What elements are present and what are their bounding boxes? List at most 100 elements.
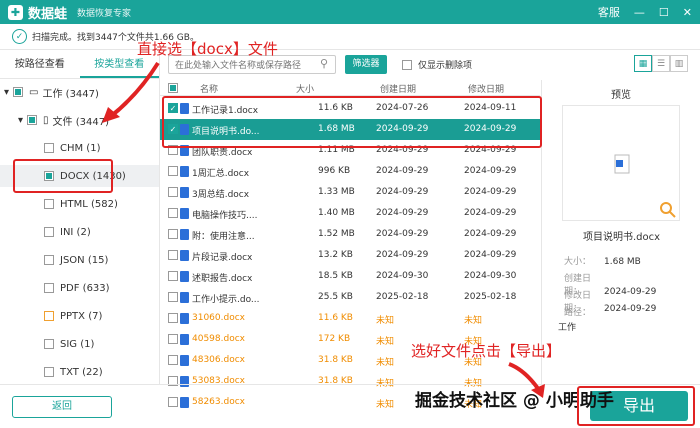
frog-logo-icon: ✚ <box>8 4 23 20</box>
docx-file-icon <box>180 187 189 198</box>
chevron-down-icon[interactable]: ▾ <box>4 87 9 98</box>
table-row[interactable]: 述职报告.docx 18.5 KB 2024-09-30 2024-09-30 <box>160 266 540 287</box>
app-subtitle: 数据恢复专家 <box>77 8 132 19</box>
docx-file-icon <box>614 154 630 174</box>
tree-checkbox[interactable] <box>44 199 54 209</box>
cell-size: 13.2 KB <box>318 250 353 260</box>
cell-modified: 未知 <box>464 316 483 326</box>
tree-item-label: SIG (1) <box>60 338 95 350</box>
only-deleted-toggle[interactable]: 仅显示删除项 <box>402 58 472 71</box>
tree-checkbox[interactable] <box>27 115 38 125</box>
tree-item-label: INI (2) <box>60 226 91 238</box>
tree-item-label: 工作 (3447) <box>42 88 99 100</box>
minimize-icon[interactable]: — <box>634 7 645 18</box>
tree-item[interactable]: JSON (15) <box>44 249 108 271</box>
customer-service-button[interactable]: 客服 <box>598 4 620 20</box>
list-view-icon[interactable]: ☰ <box>652 55 670 72</box>
row-checkbox[interactable] <box>168 250 178 260</box>
table-row[interactable]: 工作小提示.do... 25.5 KB 2025-02-18 2025-02-18 <box>160 287 540 308</box>
tree-item[interactable]: INI (2) <box>44 221 91 243</box>
chevron-down-icon[interactable]: ▾ <box>18 115 23 126</box>
table-row[interactable]: 电脑操作技巧.... 1.40 MB 2024-09-29 2024-09-29 <box>160 203 540 224</box>
tree-item[interactable]: HTML (582) <box>44 193 118 215</box>
cell-modified: 2024-09-29 <box>464 166 517 176</box>
filter-button[interactable]: 筛选器 <box>345 55 387 74</box>
row-checkbox[interactable] <box>168 313 178 323</box>
cell-created: 2024-09-30 <box>376 271 429 281</box>
zoom-icon[interactable] <box>660 202 676 218</box>
row-checkbox[interactable] <box>168 208 178 218</box>
tree-item-label: CHM (1) <box>60 142 101 154</box>
tree-item[interactable]: SIG (1) <box>44 333 94 355</box>
table-row[interactable]: 附：使用注意... 1.52 MB 2024-09-29 2024-09-29 <box>160 224 540 245</box>
detail-view-icon[interactable]: ▥ <box>670 55 688 72</box>
cell-created: 未知 <box>376 358 395 368</box>
tree-item[interactable]: PDF (633) <box>44 277 110 299</box>
preview-filename: 项目说明书.docx <box>582 232 661 243</box>
cell-name: 述职报告.docx <box>192 274 253 284</box>
row-checkbox[interactable] <box>168 271 178 281</box>
column-size[interactable]: 大小 <box>296 82 314 95</box>
cell-name: 40598.docx <box>192 334 245 344</box>
column-name[interactable]: 名称 <box>200 82 218 95</box>
tree-checkbox[interactable] <box>44 255 54 265</box>
modified-value: 2024-09-29 <box>604 304 657 314</box>
table-row[interactable]: 3周总结.docx 1.33 MB 2024-09-29 2024-09-29 <box>160 182 540 203</box>
cell-size: 1.40 MB <box>318 208 355 218</box>
row-checkbox[interactable] <box>168 355 178 365</box>
row-checkbox[interactable] <box>168 229 178 239</box>
table-row[interactable]: 31060.docx 11.6 KB 未知 未知 <box>160 308 540 329</box>
tree-checkbox[interactable] <box>44 367 54 377</box>
cell-size: 18.5 KB <box>318 271 353 281</box>
tree-checkbox[interactable] <box>44 339 54 349</box>
tree-checkbox[interactable] <box>44 227 54 237</box>
cell-size: 996 KB <box>318 166 351 176</box>
tab-by-path[interactable]: 按路径查看 <box>0 51 80 78</box>
row-checkbox[interactable] <box>168 166 178 176</box>
tree-checkbox[interactable] <box>44 283 54 293</box>
preview-size: 大小： 1.68 MB <box>564 254 641 267</box>
only-deleted-checkbox[interactable] <box>402 59 412 70</box>
column-created[interactable]: 创建日期 <box>380 82 416 95</box>
column-modified[interactable]: 修改日期 <box>468 82 504 95</box>
table-row[interactable]: 1周汇总.docx 996 KB 2024-09-29 2024-09-29 <box>160 161 540 182</box>
title-bar: ✚ 数据蛙 数据恢复专家 客服 — ☐ ✕ <box>0 0 700 24</box>
maximize-icon[interactable]: ☐ <box>659 7 669 18</box>
app-logo: ✚ 数据蛙 数据恢复专家 <box>8 3 131 22</box>
table-row[interactable]: 片段记录.docx 13.2 KB 2024-09-29 2024-09-29 <box>160 245 540 266</box>
highlight-docx-category <box>13 159 113 193</box>
cell-created: 2024-09-29 <box>376 208 429 218</box>
tree-item[interactable]: CHM (1) <box>44 137 100 159</box>
docx-file-icon <box>180 166 189 177</box>
docx-file-icon <box>180 334 189 345</box>
row-checkbox[interactable] <box>168 187 178 197</box>
tree-item[interactable]: ▾ ▯ 文件 (3447) <box>18 109 109 131</box>
search-icon[interactable]: ⚲ <box>320 57 328 70</box>
cell-created: 未知 <box>376 316 395 326</box>
tree-checkbox[interactable] <box>44 143 54 153</box>
grid-view-icon[interactable]: ▦ <box>634 55 652 72</box>
cell-modified: 2024-09-29 <box>464 250 517 260</box>
annotation-arrow-export-icon <box>508 362 545 398</box>
cell-modified: 2024-09-29 <box>464 187 517 197</box>
row-checkbox[interactable] <box>168 334 178 344</box>
tree-item[interactable]: ▾ ▭ 工作 (3447) <box>4 81 99 103</box>
tree-item[interactable]: TXT (22) <box>44 361 103 383</box>
tree-checkbox[interactable] <box>13 87 24 97</box>
cell-size: 1.33 MB <box>318 187 355 197</box>
preview-title: 预览 <box>611 90 631 101</box>
tree-item-label: PDF (633) <box>60 282 110 294</box>
tree-item[interactable]: PPTX (7) <box>44 305 102 327</box>
preview-path: 工作 <box>558 323 577 333</box>
docx-file-icon <box>180 355 189 366</box>
cell-size: 25.5 KB <box>318 292 353 302</box>
tree-checkbox[interactable] <box>44 311 54 321</box>
back-button[interactable]: 返回 <box>12 396 112 418</box>
cell-name: 附：使用注意... <box>192 232 255 242</box>
close-icon[interactable]: ✕ <box>683 7 692 18</box>
app-name: 数据蛙 <box>28 6 68 22</box>
cell-name: 3周总结.docx <box>192 190 250 200</box>
cell-modified: 2024-09-30 <box>464 271 517 281</box>
row-checkbox[interactable] <box>168 292 178 302</box>
file-table-header: 名称 大小 创建日期 修改日期 <box>160 80 540 96</box>
